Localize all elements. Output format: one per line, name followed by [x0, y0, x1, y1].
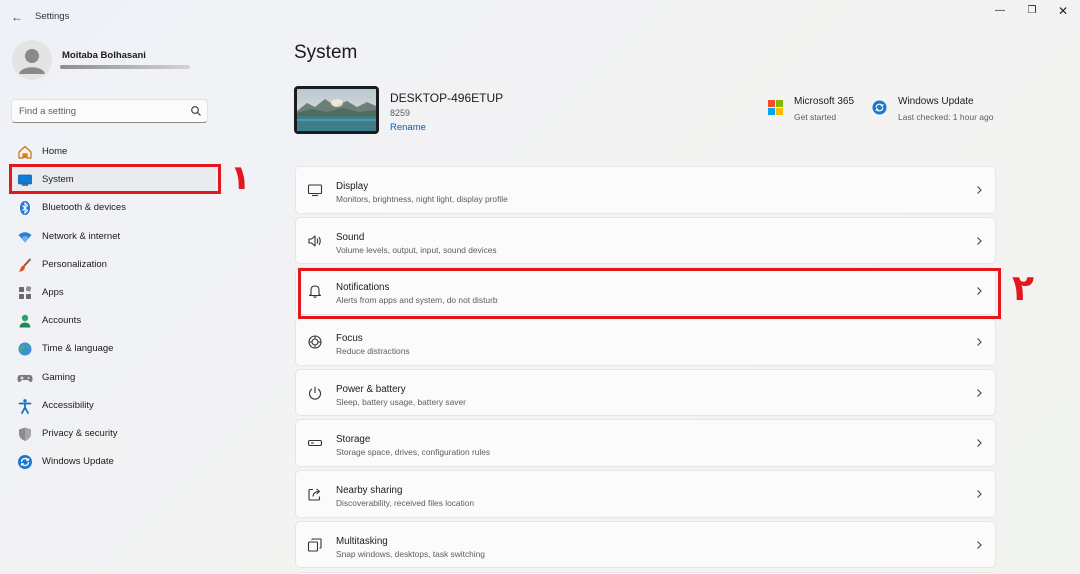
sidebar-item-network[interactable]: Network & internet — [11, 223, 216, 251]
card-display[interactable]: Display Monitors, brightness, night ligh… — [295, 166, 996, 214]
card-power-battery[interactable]: Power & battery Sleep, battery usage, ba… — [295, 368, 996, 417]
chevron-right-icon — [977, 388, 982, 397]
title-bar: ← Settings — ❐ ✕ — [0, 0, 1080, 34]
display-icon — [307, 184, 323, 197]
multitasking-icon — [307, 538, 322, 552]
maximize-button[interactable]: ❐ — [1021, 4, 1043, 18]
device-name: DESKTOP-496ETUP — [390, 91, 504, 105]
back-button[interactable]: ← — [8, 9, 26, 25]
chevron-right-icon — [977, 186, 982, 194]
card-subtitle: Storage space, drives, configuration rul… — [336, 447, 491, 458]
windows-update-icon — [872, 100, 887, 115]
search-icon[interactable] — [190, 105, 202, 117]
user-email-redacted — [60, 65, 190, 69]
power-icon — [308, 386, 322, 400]
app-title: Settings — [35, 11, 70, 22]
page-title: System — [294, 42, 358, 63]
card-storage[interactable]: Storage Storage space, drives, configura… — [295, 419, 996, 467]
sidebar-item-personalization[interactable]: Personalization — [11, 251, 216, 279]
card-title: Power & battery — [336, 383, 406, 395]
settings-list: Display Monitors, brightness, night ligh… — [295, 166, 996, 574]
speaker-icon — [308, 235, 321, 247]
shield-icon — [19, 427, 31, 441]
card-subtitle: Sleep, battery usage, battery saver — [336, 396, 466, 407]
sidebar-item-accounts[interactable]: Accounts — [11, 307, 216, 335]
windows-update-icon — [18, 455, 32, 470]
chevron-right-icon — [977, 338, 982, 346]
sidebar-item-label: Apps — [42, 286, 64, 298]
sidebar-item-label: Time & language — [42, 343, 114, 355]
sidebar-item-apps[interactable]: Apps — [11, 279, 216, 307]
sidebar-item-label: Accessibility — [42, 399, 94, 411]
microsoft-logo-icon — [768, 100, 783, 115]
sidebar-item-accessibility[interactable]: Accessibility — [11, 392, 216, 420]
card-title: Storage — [336, 434, 371, 446]
chevron-right-icon — [977, 490, 982, 499]
card-focus[interactable]: Focus Reduce distractions — [295, 318, 996, 366]
device-model: 8259 — [390, 108, 411, 118]
sidebar-item-label: Network & internet — [42, 230, 121, 242]
sidebar-item-time-language[interactable]: Time & language — [11, 335, 216, 363]
gamepad-icon — [17, 374, 33, 382]
card-subtitle: Monitors, brightness, night light, displ… — [336, 194, 508, 204]
home-icon — [18, 145, 32, 159]
card-subtitle: Volume levels, output, input, sound devi… — [336, 244, 497, 255]
card-title: Nearby sharing — [336, 485, 403, 497]
chevron-right-icon — [977, 540, 982, 549]
rename-link[interactable]: Rename — [390, 122, 426, 133]
apps-icon — [19, 286, 32, 299]
card-nearby-sharing[interactable]: Nearby sharing Discoverability, received… — [295, 470, 996, 518]
sidebar-item-label: Gaming — [42, 371, 76, 383]
chevron-right-icon — [977, 236, 982, 245]
annotation-box-notifications — [298, 268, 1001, 319]
card-multitasking[interactable]: Multitasking Snap windows, desktops, tas… — [295, 520, 996, 569]
close-button[interactable]: ✕ — [1052, 4, 1074, 18]
card-title: Focus — [336, 333, 363, 345]
device-wallpaper-thumbnail — [294, 86, 379, 134]
annotation-box-system — [9, 164, 221, 194]
storage-icon — [307, 440, 323, 447]
sidebar-item-label: Personalization — [42, 258, 107, 270]
brush-icon — [18, 258, 32, 272]
chevron-right-icon — [977, 439, 982, 448]
sidebar-item-label: Bluetooth & devices — [42, 202, 126, 214]
quick-link-subtitle: Last checked: 1 hour ago — [898, 112, 994, 122]
sidebar-item-bluetooth[interactable]: Bluetooth & devices — [11, 194, 216, 222]
user-icon — [12, 40, 52, 80]
annotation-marker-1: ١ — [230, 158, 251, 198]
search-box — [11, 99, 208, 123]
sidebar-item-privacy-security[interactable]: Privacy & security — [11, 420, 216, 448]
focus-icon — [308, 335, 322, 349]
quick-link-subtitle: Get started — [794, 112, 837, 122]
globe-icon — [18, 342, 32, 356]
bluetooth-icon — [20, 201, 30, 216]
accounts-icon — [19, 314, 31, 328]
share-icon — [308, 488, 321, 501]
sidebar-item-gaming[interactable]: Gaming — [11, 364, 216, 392]
card-title: Sound — [336, 231, 365, 243]
sidebar-item-label: Windows Update — [42, 456, 114, 468]
sidebar-item-home[interactable]: Home — [11, 138, 216, 166]
quick-link-title: Windows Update — [898, 96, 974, 107]
quick-link-title: Microsoft 365 — [794, 96, 855, 107]
minimize-button[interactable]: — — [989, 4, 1011, 18]
card-subtitle: Snap windows, desktops, task switching — [336, 548, 485, 559]
sidebar-item-label: Accounts — [42, 315, 82, 327]
card-subtitle: Reduce distractions — [336, 346, 410, 357]
card-title: Multitasking — [336, 535, 388, 547]
accessibility-icon — [18, 398, 32, 414]
card-subtitle: Discoverability, received files location — [336, 498, 475, 509]
sidebar-item-label: Home — [42, 146, 68, 157]
card-sound[interactable]: Sound Volume levels, output, input, soun… — [295, 216, 996, 265]
user-name: Moitaba Bolhasani — [62, 50, 146, 61]
wallpaper-image — [297, 89, 376, 131]
avatar[interactable] — [12, 40, 52, 80]
sidebar-item-label: Privacy & security — [42, 427, 118, 439]
annotation-marker-2: ٢ — [1012, 268, 1034, 309]
wifi-icon — [18, 231, 32, 243]
card-title: Display — [336, 181, 369, 192]
sidebar-item-windows-update[interactable]: Windows Update — [11, 448, 216, 476]
search-input[interactable] — [19, 104, 184, 118]
